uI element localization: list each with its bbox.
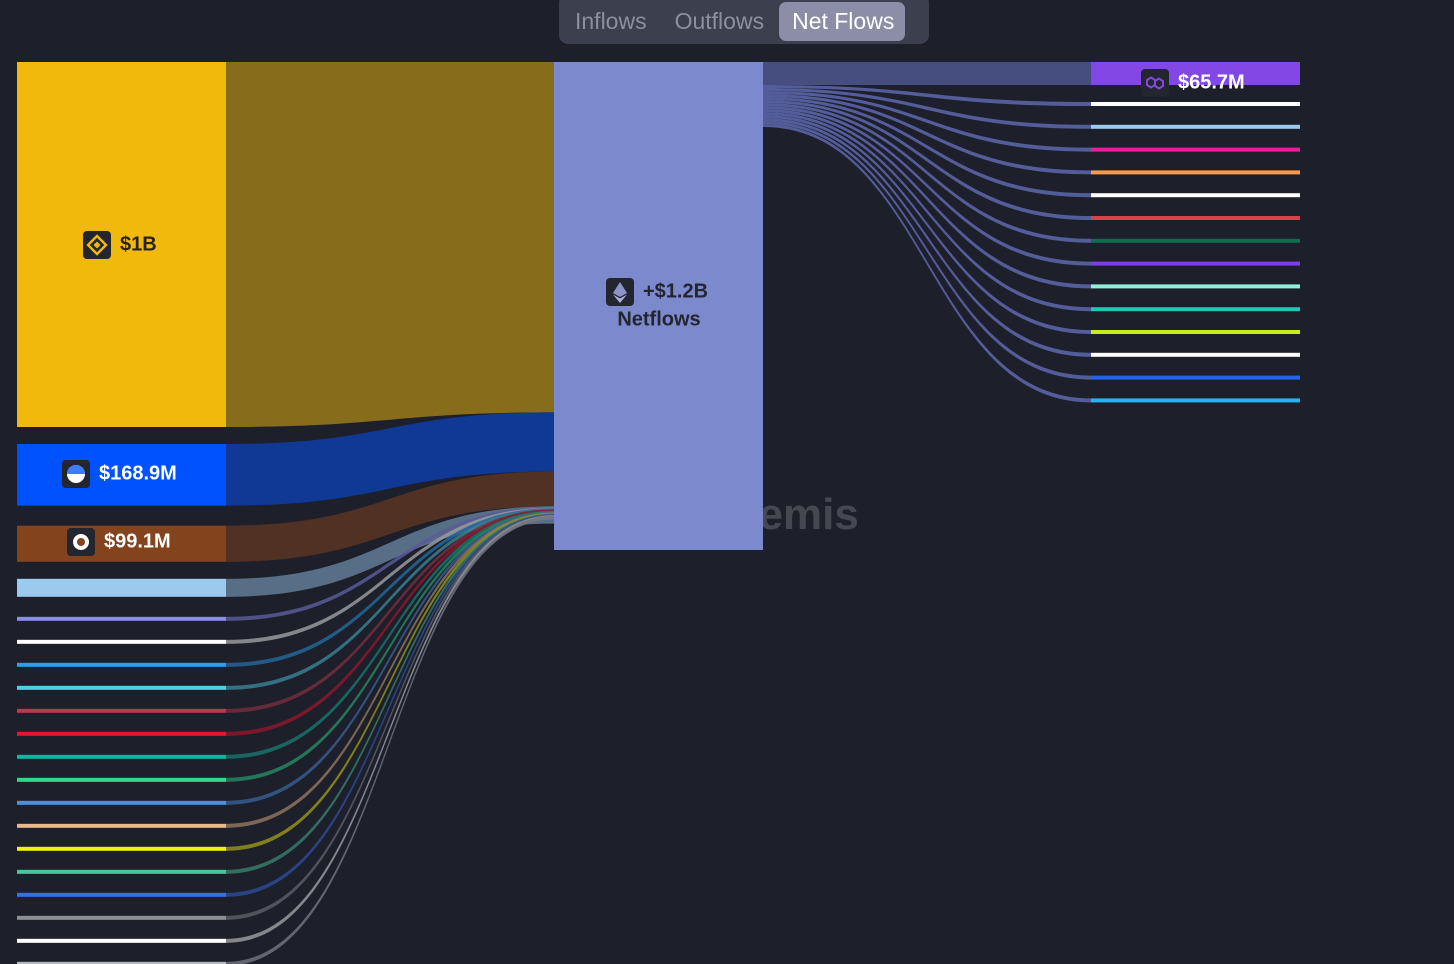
inflow-node: [17, 777, 226, 782]
inflow-link: [226, 62, 554, 427]
inflow-node: [17, 754, 226, 759]
netflows-node: [554, 62, 763, 550]
outflow-node: [1091, 170, 1300, 175]
inflow-value-label: $168.9M: [99, 462, 177, 484]
inflow-node: [17, 869, 226, 874]
flow-nodes: [17, 62, 1300, 964]
outflow-node: [1091, 102, 1300, 106]
inflow-node: [17, 938, 226, 943]
ethereum-icon: [606, 278, 634, 306]
outflow-node: [1091, 261, 1300, 266]
mantle-icon: [67, 528, 95, 556]
outflow-node: [1091, 307, 1300, 312]
outflow-node: [1091, 398, 1300, 403]
inflow-node: [17, 892, 226, 897]
outflow-node: [1091, 124, 1300, 129]
outflow-node: [1091, 147, 1300, 152]
inflow-value-label: $1B: [120, 233, 157, 255]
outflow-node: [1091, 216, 1300, 220]
inflow-node: [17, 915, 226, 920]
inflow-value-label: $99.1M: [104, 530, 171, 552]
netflows-value-label: +$1.2B: [643, 280, 708, 302]
inflow-link: [226, 513, 554, 874]
binance-icon: [83, 231, 111, 259]
outflow-node: [1091, 375, 1300, 380]
outflow-link: [763, 62, 1091, 85]
inflow-node: [17, 846, 226, 851]
polygon-icon: [1141, 69, 1169, 97]
outflow-node: [1091, 284, 1300, 289]
outflow-node: [1091, 238, 1300, 243]
netflow-sankey-chart: $1B $168.9M $99.1M +$1.2B Netflows $65.7M: [17, 62, 1300, 964]
inflow-node: [17, 800, 226, 805]
outflow-link: [763, 124, 1091, 403]
outflow-value-label: $65.7M: [1178, 71, 1245, 93]
inflow-node: [17, 685, 226, 690]
base-icon: [62, 460, 90, 488]
inflow-node: [17, 708, 226, 713]
inflow-node: [17, 616, 226, 621]
inflow-node: [17, 639, 226, 644]
outflow-node: [1091, 352, 1300, 357]
inflow-node: [17, 731, 226, 736]
outflow-node: [1091, 330, 1300, 334]
outflow-node: [1091, 193, 1300, 198]
netflows-title: Netflows: [617, 308, 700, 330]
inflow-node: [17, 823, 226, 828]
inflow-node: [17, 578, 226, 597]
inflow-node: [17, 662, 226, 667]
